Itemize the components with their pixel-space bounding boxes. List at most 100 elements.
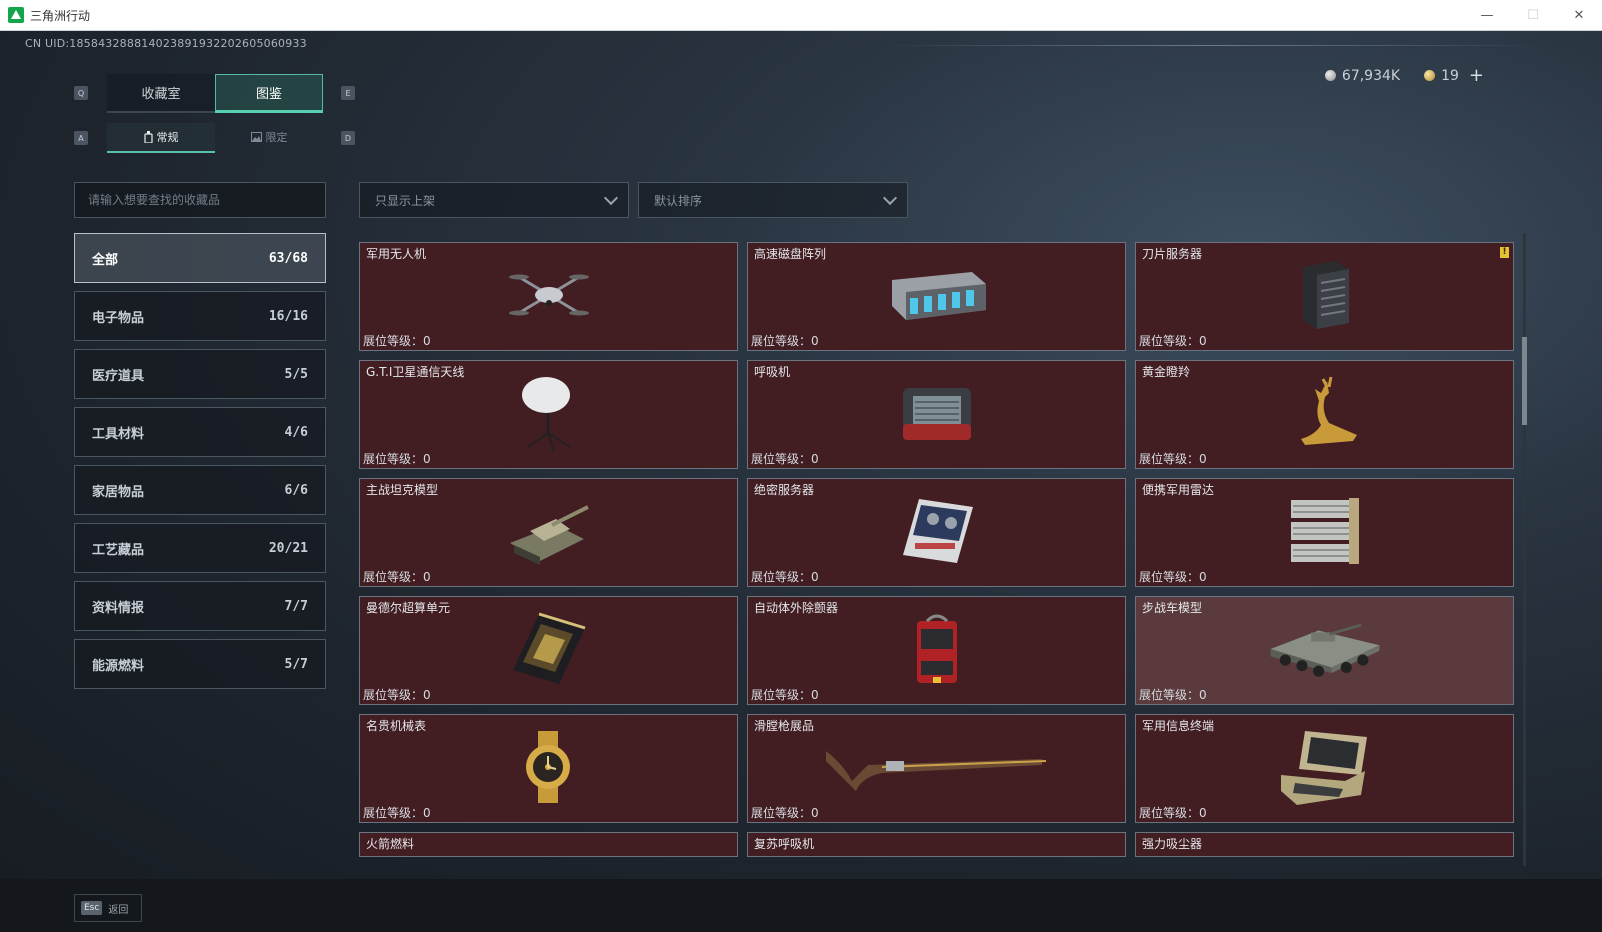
ifv-model-icon xyxy=(1265,614,1385,684)
item-card-watch[interactable]: 名贵机械表 展位等级：0 xyxy=(359,714,738,823)
category-household[interactable]: 家居物品 6/6 xyxy=(74,465,326,515)
item-level: 展位等级：0 xyxy=(751,452,819,466)
item-name: 火箭燃料 xyxy=(366,837,415,851)
item-card-musket[interactable]: 滑膛枪展品 展位等级：0 xyxy=(747,714,1126,823)
bottle-icon xyxy=(143,131,153,143)
item-name: 刀片服务器 xyxy=(1142,247,1203,261)
item-card-ventilator[interactable]: 呼吸机 展位等级：0 xyxy=(747,360,1126,469)
item-name: 自动体外除颤器 xyxy=(754,601,839,615)
esc-key-hint: Esc xyxy=(81,901,103,915)
category-label: 全部 xyxy=(92,252,119,268)
window-title: 三角洲行动 xyxy=(30,8,91,23)
search-input[interactable] xyxy=(74,182,326,218)
grid-scrollbar-track[interactable] xyxy=(1523,233,1526,866)
category-count: 16/16 xyxy=(268,308,308,324)
subtab-regular[interactable]: 常规 xyxy=(107,123,215,153)
back-button[interactable]: Esc 返回 xyxy=(74,894,142,922)
item-card-vacuum[interactable]: 强力吸尘器 xyxy=(1135,832,1514,857)
grid-scrollbar-thumb[interactable] xyxy=(1522,337,1527,425)
minimize-button[interactable]: — xyxy=(1464,0,1510,31)
subtab-limited[interactable]: 限定 xyxy=(215,123,323,153)
item-card-radar[interactable]: 便携军用雷达 展位等级：0 xyxy=(1135,478,1514,587)
category-all[interactable]: 全部 63/68 xyxy=(74,233,326,283)
category-label: 工具材料 xyxy=(92,426,145,442)
item-name: 军用无人机 xyxy=(366,247,427,261)
item-card-satellite-dish[interactable]: G.T.I卫星通信天线 展位等级：0 xyxy=(359,360,738,469)
item-card-ifv-model[interactable]: 步战车模型 展位等级：0 xyxy=(1135,596,1514,705)
item-name: 名贵机械表 xyxy=(366,719,427,733)
item-grid-viewport: 军用无人机 展位等级：0 高速磁盘阵列 展位等级：0 刀片服务器 ! 展位等级：… xyxy=(359,233,1519,866)
chevron-down-icon xyxy=(603,190,619,205)
item-name: 主战坦克模型 xyxy=(366,483,439,497)
item-card-info-terminal[interactable]: 军用信息终端 展位等级：0 xyxy=(1135,714,1514,823)
item-level: 展位等级：0 xyxy=(1139,452,1207,466)
tab-collection-room[interactable]: 收藏室 xyxy=(107,74,215,113)
add-currency-button[interactable]: + xyxy=(1469,65,1484,86)
item-level: 展位等级：0 xyxy=(1139,570,1207,584)
radar-icon xyxy=(1265,496,1385,566)
window-controls: — ☐ ✕ xyxy=(1464,0,1602,31)
item-level: 展位等级：0 xyxy=(751,334,819,348)
blade-server-icon xyxy=(1265,260,1385,330)
game-viewport: CN UID:1858432888140238919322026050609​3… xyxy=(0,31,1602,932)
item-name: 复苏呼吸机 xyxy=(754,837,815,851)
category-count: 4/6 xyxy=(284,424,308,440)
gold-coin-icon xyxy=(1424,70,1436,81)
category-count: 5/5 xyxy=(284,366,308,382)
category-label: 电子物品 xyxy=(92,310,145,326)
sort-value: 默认排序 xyxy=(654,193,703,208)
category-energy[interactable]: 能源燃料 5/7 xyxy=(74,639,326,689)
item-level: 展位等级：0 xyxy=(363,452,431,466)
close-button[interactable]: ✕ xyxy=(1556,0,1602,31)
top-divider xyxy=(880,45,1540,46)
category-count: 5/7 xyxy=(284,656,308,672)
chevron-down-icon xyxy=(882,190,898,205)
item-level: 展位等级：0 xyxy=(363,806,431,820)
item-name: 军用信息终端 xyxy=(1142,719,1215,733)
item-card-rocket-fuel[interactable]: 火箭燃料 xyxy=(359,832,738,857)
category-electronics[interactable]: 电子物品 16/16 xyxy=(74,291,326,341)
item-level: 展位等级：0 xyxy=(363,688,431,702)
info-terminal-icon xyxy=(1265,731,1385,805)
item-card-disk-array[interactable]: 高速磁盘阵列 展位等级：0 xyxy=(747,242,1126,351)
item-level: 展位等级：0 xyxy=(751,688,819,702)
item-card-defibrillator[interactable]: 自动体外除颤器 展位等级：0 xyxy=(747,596,1126,705)
item-level: 展位等级：0 xyxy=(751,570,819,584)
item-name: 便携军用雷达 xyxy=(1142,483,1215,497)
sort-dropdown[interactable]: 默认排序 xyxy=(638,182,908,218)
golden-gazelle-icon xyxy=(1265,376,1385,448)
item-card-blade-server[interactable]: 刀片服务器 ! 展位等级：0 xyxy=(1135,242,1514,351)
warning-badge: ! xyxy=(1500,247,1509,258)
category-label: 工艺藏品 xyxy=(92,542,145,558)
item-name: G.T.I卫星通信天线 xyxy=(366,365,465,379)
item-name: 绝密服务器 xyxy=(754,483,815,497)
category-crafts[interactable]: 工艺藏品 20/21 xyxy=(74,523,326,573)
item-card-supercompute-unit[interactable]: 曼德尔超算单元 展位等级：0 xyxy=(359,596,738,705)
item-card-tank-model[interactable]: 主战坦克模型 展位等级：0 xyxy=(359,478,738,587)
category-label: 能源燃料 xyxy=(92,658,145,674)
shelf-filter-dropdown[interactable]: 只显示上架 xyxy=(359,182,629,218)
window-titlebar: 三角洲行动 — ☐ ✕ xyxy=(0,0,1602,31)
silver-coin-icon xyxy=(1324,70,1336,81)
shelf-filter-value: 只显示上架 xyxy=(375,193,436,208)
item-card-golden-gazelle[interactable]: 黄金瞪羚 展位等级：0 xyxy=(1135,360,1514,469)
key-d-hint: D xyxy=(341,131,355,145)
item-name: 高速磁盘阵列 xyxy=(754,247,827,261)
watch-icon xyxy=(489,731,609,803)
subtab-limited-label: 限定 xyxy=(265,131,288,144)
category-medical[interactable]: 医疗道具 5/5 xyxy=(74,349,326,399)
category-tools[interactable]: 工具材料 4/6 xyxy=(74,407,326,457)
maximize-button[interactable]: ☐ xyxy=(1510,0,1556,31)
category-label: 家居物品 xyxy=(92,484,145,500)
item-card-resus-ventilator[interactable]: 复苏呼吸机 xyxy=(747,832,1126,857)
key-a-hint: A xyxy=(74,131,88,145)
category-intel[interactable]: 资料情报 7/7 xyxy=(74,581,326,631)
item-card-secret-server[interactable]: 绝密服务器 展位等级：0 xyxy=(747,478,1126,587)
currency-bar: 67,934K 19 + xyxy=(1324,65,1484,86)
back-label: 返回 xyxy=(108,904,129,916)
subtab-regular-label: 常规 xyxy=(156,131,179,144)
item-card-drone[interactable]: 军用无人机 展位等级：0 xyxy=(359,242,738,351)
tab-catalog[interactable]: 图鉴 xyxy=(215,74,323,113)
key-e-hint: E xyxy=(341,86,355,100)
item-level: 展位等级：0 xyxy=(1139,334,1207,348)
